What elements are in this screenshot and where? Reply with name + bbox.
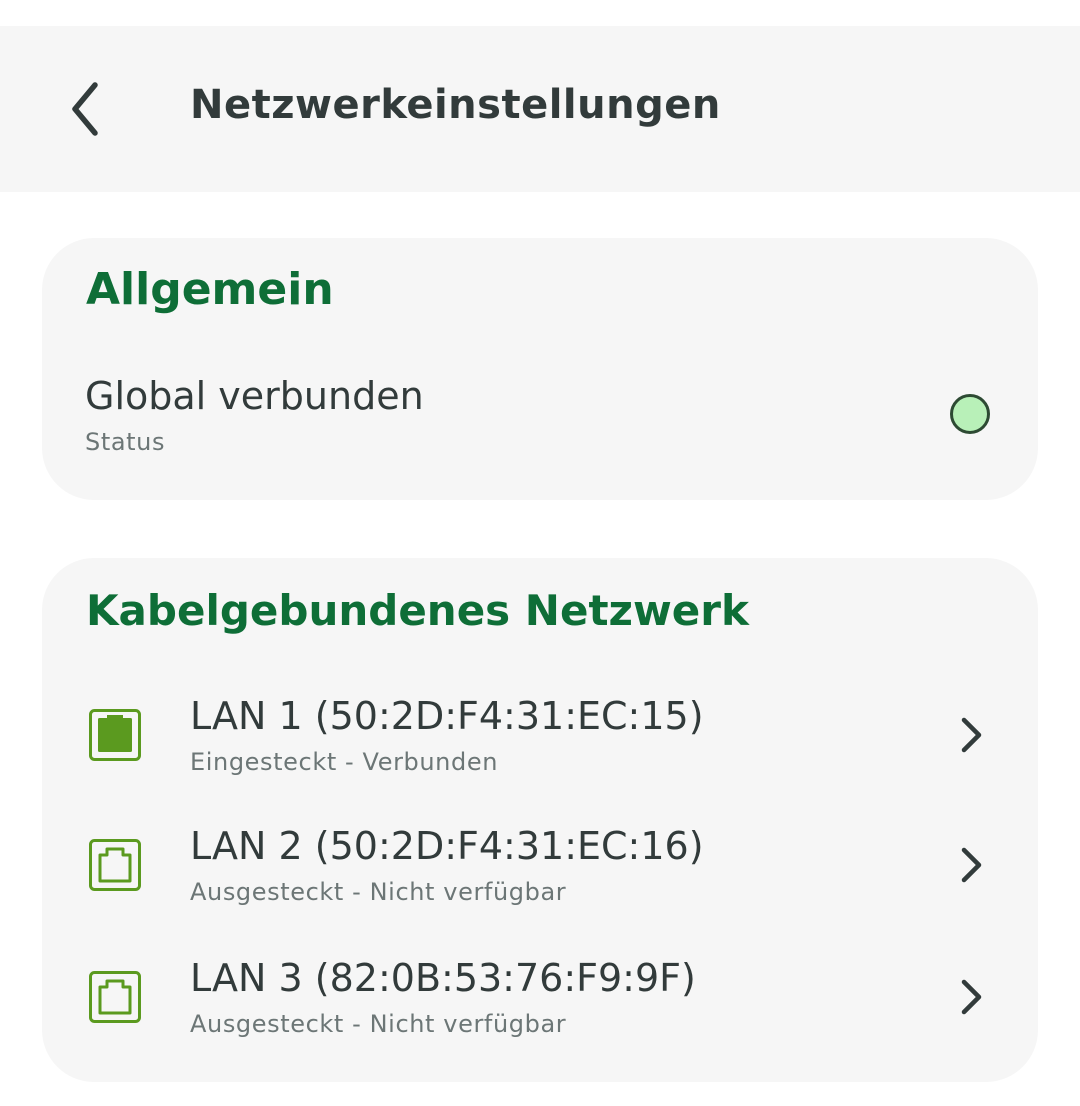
chevron-left-icon [72,82,98,136]
lan-item-label: LAN 2 (50:2D:F4:31:EC:16) [190,824,704,868]
global-status-row: Global verbunden Status [42,362,1038,472]
global-status-value: Global verbunden [85,374,424,418]
status-indicator-dot [950,394,990,434]
lan-item-3[interactable]: LAN 3 (82:0B:53:76:F9:9F) Ausgesteckt - … [42,942,1038,1062]
lan-item-label: LAN 1 (50:2D:F4:31:EC:15) [190,694,704,738]
wired-network-card: Kabelgebundenes Netzwerk LAN 1 (50:2D:F4… [42,558,1038,1082]
lan-item-status: Ausgesteckt - Nicht verfügbar [190,878,567,906]
ethernet-port-filled-icon [89,709,141,761]
app-bar: Netzwerkeinstellungen [0,26,1080,192]
lan-item-status: Eingesteckt - Verbunden [190,748,498,776]
lan-item-label: LAN 3 (82:0B:53:76:F9:9F) [190,956,696,1000]
section-title-wired: Kabelgebundenes Netzwerk [86,586,749,635]
general-card: Allgemein Global verbunden Status [42,238,1038,500]
chevron-right-icon [961,717,982,753]
back-button[interactable] [58,76,112,142]
ethernet-port-outline-icon [89,839,141,891]
lan-item-status: Ausgesteckt - Nicht verfügbar [190,1010,567,1038]
ethernet-port-outline-icon [89,971,141,1023]
section-title-general: Allgemein [86,264,334,315]
page-title: Netzwerkeinstellungen [190,82,721,128]
global-status-label: Status [85,428,166,456]
chevron-right-icon [961,847,982,883]
lan-item-1[interactable]: LAN 1 (50:2D:F4:31:EC:15) Eingesteckt - … [42,680,1038,800]
chevron-right-icon [961,979,982,1015]
lan-item-2[interactable]: LAN 2 (50:2D:F4:31:EC:16) Ausgesteckt - … [42,810,1038,930]
